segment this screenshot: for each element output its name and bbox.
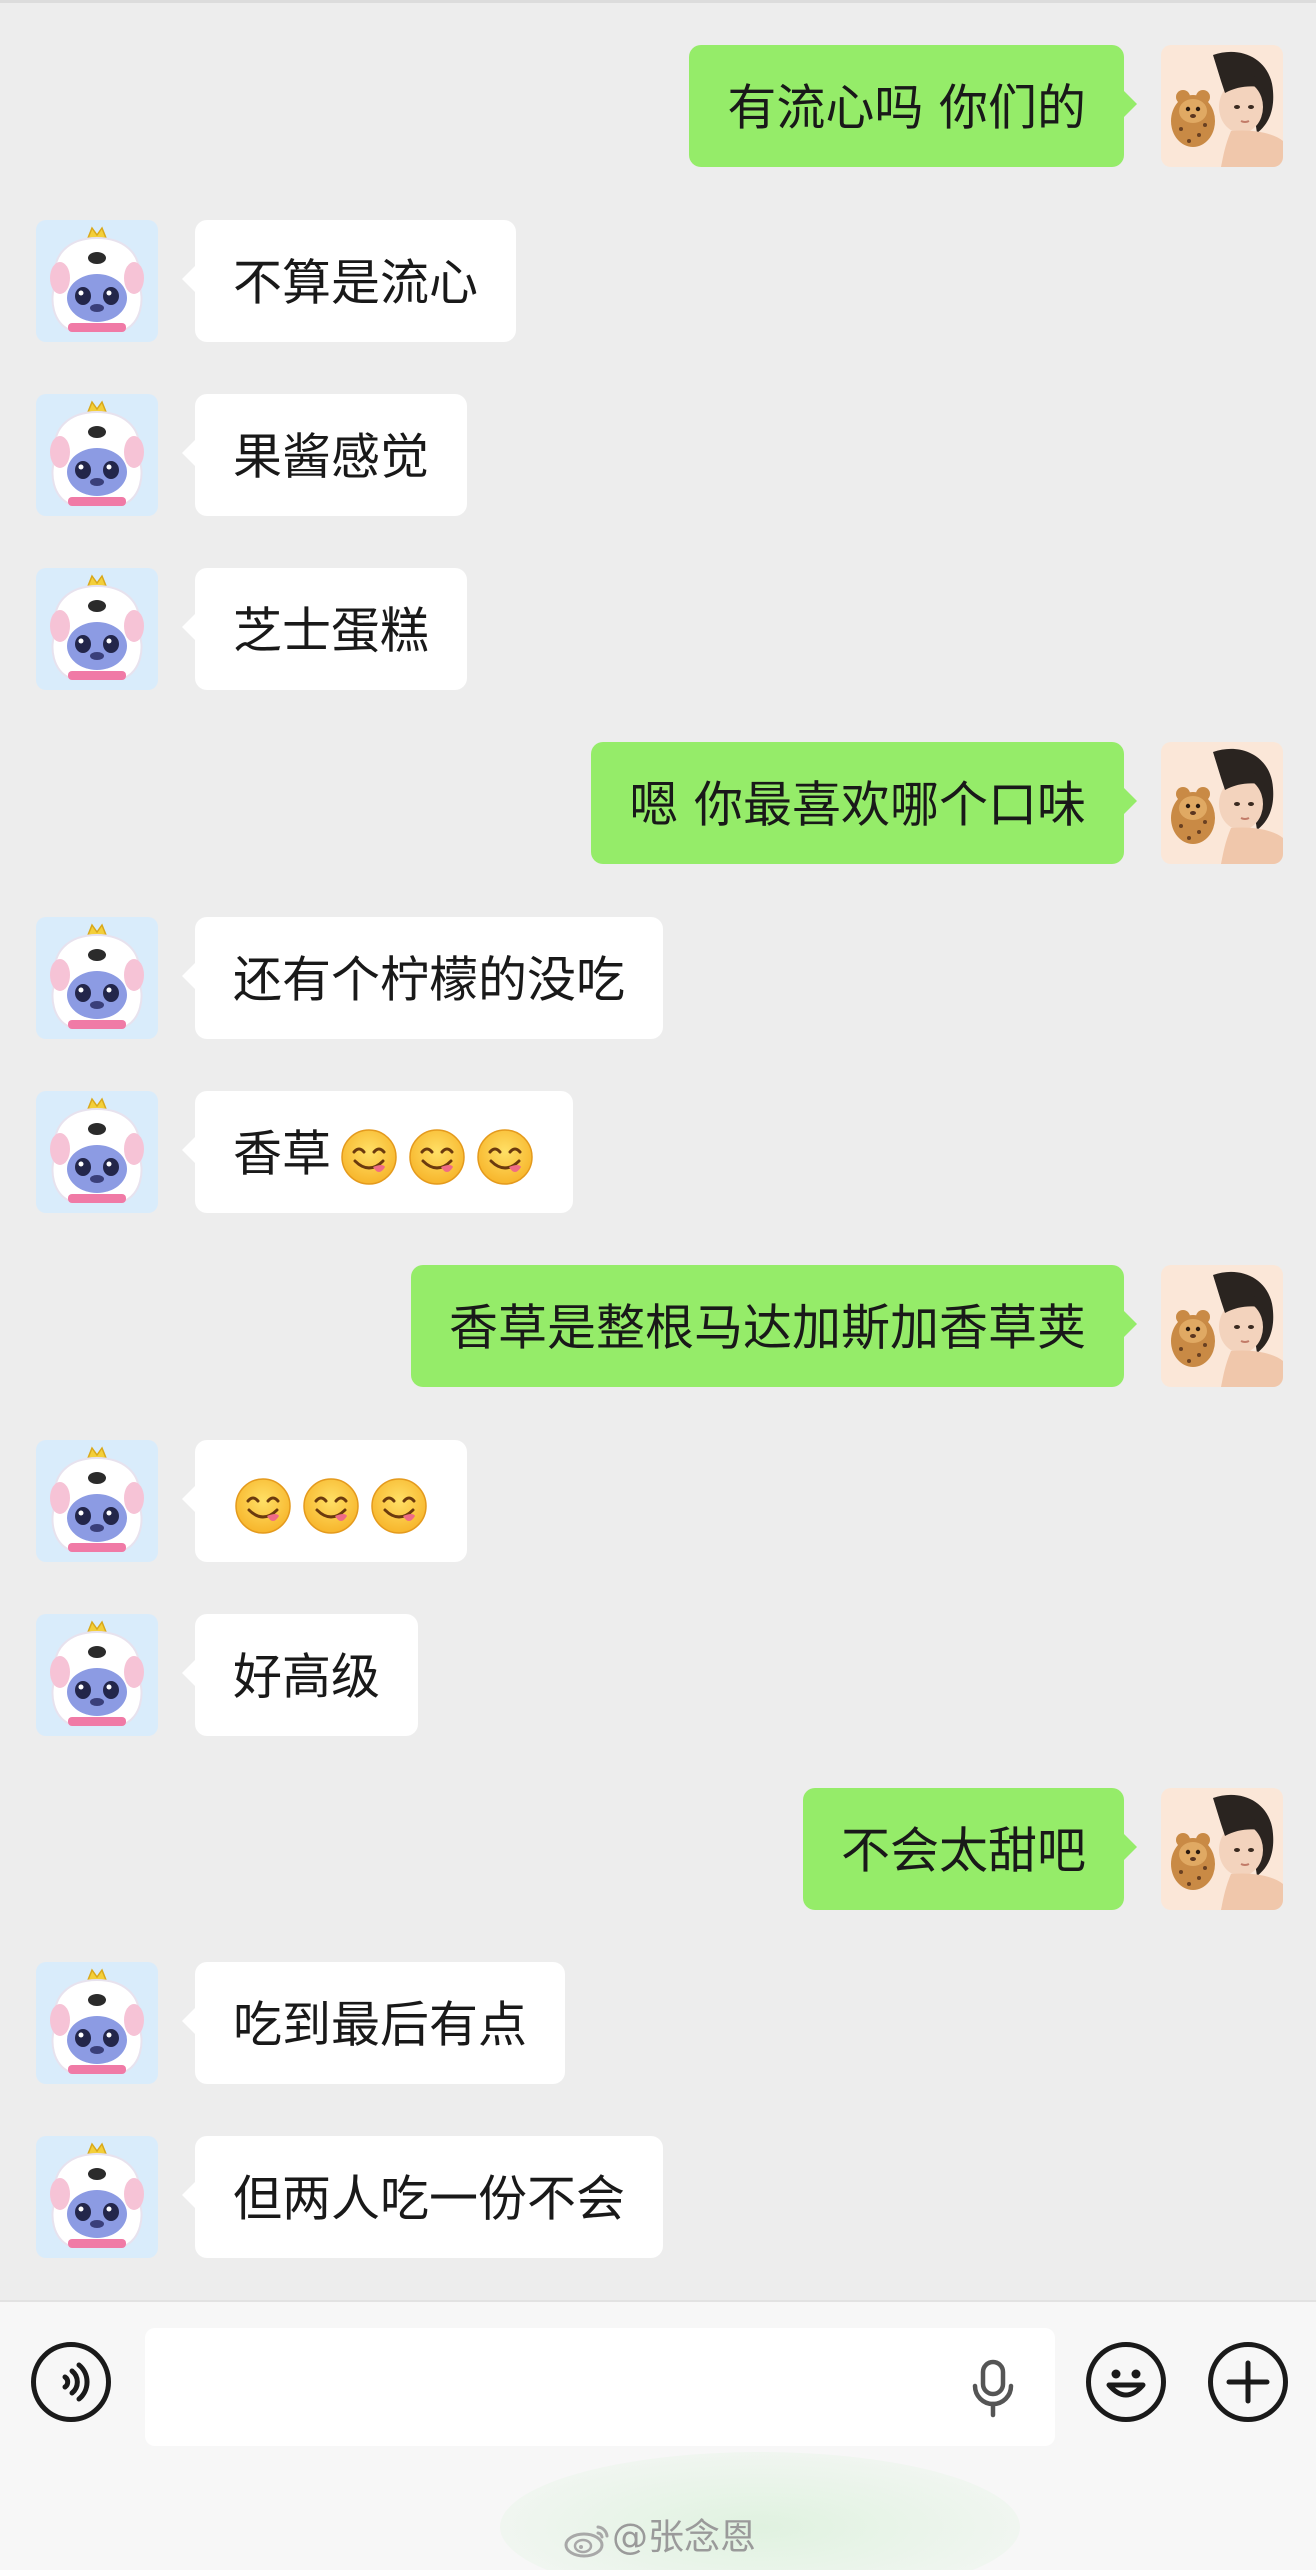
yum-face-emoji [369, 1476, 429, 1536]
emoji-group [225, 1443, 429, 1565]
yum-face-emoji [233, 1476, 293, 1536]
message-text: 嗯 你最喜欢哪个口味 [629, 776, 1086, 834]
message-text: 还有个柠檬的没吃 [233, 951, 626, 1009]
voice-input-icon [62, 2362, 90, 2402]
message-text: 不会太甜吧 [840, 1822, 1086, 1880]
message-text: 但两人吃一份不会 [233, 2170, 626, 2228]
message-row-incoming: 芝士蛋糕 [0, 568, 1316, 690]
message-text: 芝士蛋糕 [233, 602, 430, 660]
voice-input-button[interactable] [31, 2342, 111, 2422]
message-text: 香草 [233, 1125, 332, 1183]
watermark-text: @张念恩 [612, 2517, 757, 2558]
message-row-outgoing: 不会太甜吧 [0, 1788, 1316, 1910]
emoji-button[interactable] [1086, 2342, 1166, 2422]
yum-face-emoji [407, 1127, 467, 1187]
message-text: 香草是整根马达加斯加香草荚 [448, 1299, 1086, 1357]
my-avatar[interactable] [1161, 1788, 1283, 1910]
message-text: 果酱感觉 [233, 428, 430, 486]
contact-avatar[interactable] [36, 917, 158, 1039]
message-row-outgoing: 嗯 你最喜欢哪个口味 [0, 742, 1316, 864]
message-bubble-incoming[interactable]: 果酱感觉 [181, 394, 468, 516]
message-bubble-outgoing[interactable]: 不会太甜吧 [802, 1788, 1138, 1910]
chat-screen: 有流心吗 你们的 不算是流心 果酱感觉 芝士蛋糕 嗯 你最喜欢哪个口味 还有个柠… [0, 0, 1316, 2570]
yum-face-emoji [339, 1127, 399, 1187]
contact-avatar[interactable] [36, 1614, 158, 1736]
yum-face-emoji [301, 1476, 361, 1536]
microphone-icon[interactable] [965, 2358, 1021, 2418]
message-row-incoming: 果酱感觉 [0, 394, 1316, 516]
message-row-incoming: 但两人吃一份不会 [0, 2136, 1316, 2258]
message-bubble-outgoing[interactable]: 香草是整根马达加斯加香草荚 [410, 1265, 1138, 1387]
watermark: @张念恩 [562, 2513, 756, 2563]
more-button[interactable] [1208, 2342, 1288, 2422]
message-bubble-outgoing[interactable]: 嗯 你最喜欢哪个口味 [591, 742, 1137, 864]
my-avatar[interactable] [1161, 742, 1283, 864]
message-bubble-incoming[interactable]: 好高级 [181, 1614, 419, 1736]
contact-avatar[interactable] [36, 220, 158, 342]
message-bubble-incoming[interactable]: 香草 [181, 1091, 574, 1216]
contact-avatar[interactable] [36, 568, 158, 690]
message-bubble-incoming[interactable]: 还有个柠檬的没吃 [181, 917, 664, 1039]
message-row-incoming: 不算是流心 [0, 220, 1316, 342]
message-row-incoming: 好高级 [0, 1614, 1316, 1736]
my-avatar[interactable] [1161, 1265, 1283, 1387]
my-avatar[interactable] [1161, 45, 1283, 167]
message-bubble-incoming[interactable]: 但两人吃一份不会 [181, 2136, 664, 2258]
message-bubble-outgoing[interactable]: 有流心吗 你们的 [689, 45, 1137, 167]
message-bubble-incoming[interactable]: 芝士蛋糕 [181, 568, 468, 690]
message-text: 吃到最后有点 [233, 1996, 528, 2054]
message-row-incoming: 吃到最后有点 [0, 1962, 1316, 2084]
message-text: 好高级 [233, 1648, 381, 1706]
plus-icon [1226, 2360, 1270, 2404]
message-row-outgoing: 香草是整根马达加斯加香草荚 [0, 1265, 1316, 1387]
message-bubble-incoming[interactable]: 吃到最后有点 [181, 1962, 566, 2084]
contact-avatar[interactable] [36, 1962, 158, 2084]
contact-avatar[interactable] [36, 394, 158, 516]
message-row-incoming: 香草 [0, 1091, 1316, 1213]
weibo-icon [562, 2519, 612, 2559]
message-row-outgoing: 有流心吗 你们的 [0, 45, 1316, 167]
emoji-group [331, 1094, 535, 1216]
contact-avatar[interactable] [36, 1091, 158, 1213]
message-row-incoming: 还有个柠檬的没吃 [0, 917, 1316, 1039]
message-text: 有流心吗 你们的 [727, 79, 1086, 137]
top-divider [0, 0, 1316, 3]
contact-avatar[interactable] [36, 2136, 158, 2258]
message-bubble-incoming[interactable]: 不算是流心 [181, 220, 517, 342]
message-row-incoming [0, 1440, 1316, 1562]
smiley-icon [1106, 2369, 1146, 2398]
message-text: 不算是流心 [233, 254, 479, 312]
message-bubble-incoming[interactable] [182, 1440, 467, 1565]
yum-face-emoji [475, 1127, 535, 1187]
contact-avatar[interactable] [36, 1440, 158, 1562]
message-input[interactable] [145, 2328, 1055, 2446]
